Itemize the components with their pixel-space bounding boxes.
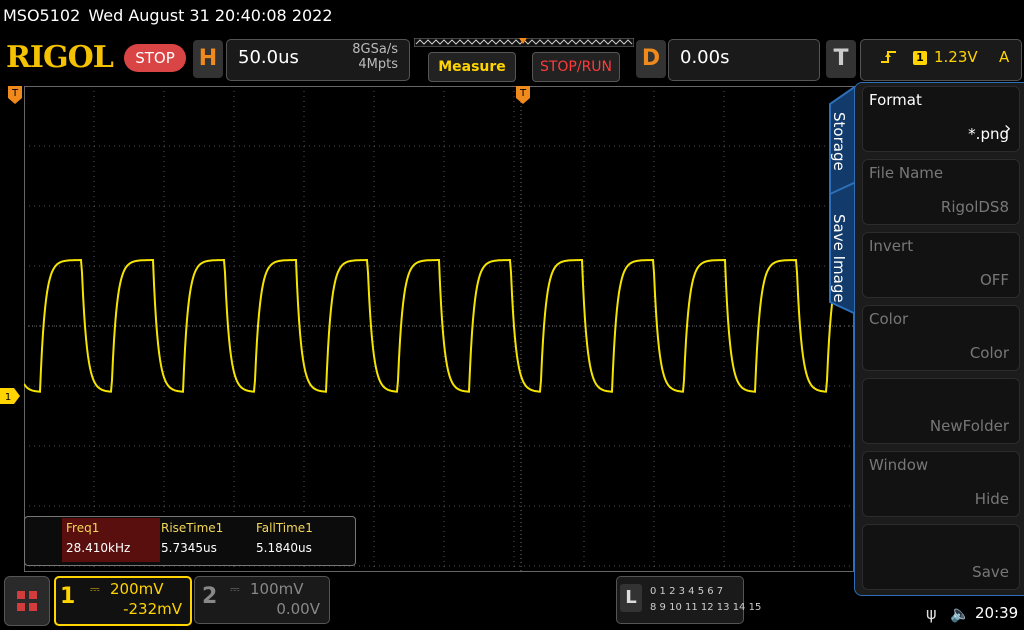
title-bar: MSO5102 Wed August 31 20:40:08 2022	[0, 0, 1024, 34]
menu-item-value: OFF	[979, 271, 1009, 289]
grid-menu-icon	[17, 591, 37, 611]
menu-item-file-name[interactable]: File Name RigolDS8	[862, 159, 1020, 225]
dc-coupling-icon: ⎓	[90, 582, 100, 596]
menu-item-title: Format	[869, 91, 922, 109]
measurement-value: 5.1840us	[256, 541, 312, 555]
measurement-label: Freq1	[66, 521, 100, 535]
sample-rate: 8GSa/s	[352, 42, 398, 57]
trigger-source-badge: 1	[913, 51, 927, 65]
measurement-value: 5.7345us	[161, 541, 217, 555]
menu-item-format[interactable]: Format *.png	[862, 86, 1020, 152]
menu-item-value: NewFolder	[929, 417, 1009, 435]
menu-item-title: Window	[869, 456, 929, 474]
memory-overview-bar[interactable]	[414, 38, 634, 47]
menu-item-window[interactable]: Window Hide	[862, 451, 1020, 517]
channel2-number: 2	[202, 584, 218, 609]
tab-storage[interactable]: Storage	[830, 112, 848, 171]
channel1-marker-label: 1	[5, 392, 11, 403]
menu-item-value: *.png	[968, 125, 1009, 143]
measurement-falltime[interactable]: FallTime1 5.1840us	[252, 518, 350, 562]
trigger-button[interactable]: T	[826, 40, 856, 78]
clock: 20:39	[975, 604, 1019, 622]
run-state-badge[interactable]: STOP	[124, 44, 186, 72]
model-name: MSO5102	[3, 6, 81, 25]
trigger-level: 1.23V	[934, 48, 978, 66]
menu-item-value: Hide	[974, 490, 1009, 508]
menu-item-title: Color	[869, 310, 909, 328]
channel1-number: 1	[60, 584, 76, 609]
menu-item-title: Invert	[869, 237, 914, 255]
horizontal-position-icon: T	[8, 86, 22, 104]
measurement-risetime[interactable]: RiseTime1 5.7345us	[157, 518, 255, 562]
trigger-mode: A	[999, 48, 1010, 66]
chevron-right-icon: ›	[1004, 118, 1012, 139]
channel2-offset: 0.00V	[276, 600, 320, 618]
horizontal-button[interactable]: H	[193, 40, 223, 78]
menu-item-title: File Name	[869, 164, 944, 182]
menu-item-save[interactable]: Save	[862, 524, 1020, 590]
home-button[interactable]	[4, 576, 50, 626]
usb-icon: ψ	[926, 604, 937, 623]
delay-value: 0.00s	[680, 47, 730, 68]
dc-coupling-icon: ⎓	[230, 582, 240, 596]
svg-text:T: T	[11, 88, 19, 99]
measure-button[interactable]: Measure	[428, 52, 516, 82]
menu-item-value: RigolDS8	[940, 198, 1009, 216]
measurement-freq[interactable]: Freq1 28.410kHz	[62, 518, 160, 562]
rising-edge-icon	[880, 49, 898, 69]
channel2-scale: 100mV	[250, 580, 304, 598]
timebase-value: 50.0us	[238, 47, 299, 68]
logic-analyzer-button[interactable]: L	[620, 584, 642, 612]
logic-channels-row1: 0 1 2 3 4 5 6 7	[650, 586, 724, 597]
measurement-label: RiseTime1	[161, 521, 224, 535]
trigger-marker-icon: T	[516, 86, 530, 104]
rigol-logo: RIGOL	[6, 40, 114, 75]
measurement-label: FallTime1	[256, 521, 313, 535]
delay-button[interactable]: D	[636, 40, 666, 78]
menu-item-invert[interactable]: Invert OFF	[862, 232, 1020, 298]
menu-item-value: Color	[969, 344, 1009, 362]
channel1-offset-marker[interactable]: 1	[0, 388, 20, 404]
datetime: Wed August 31 20:40:08 2022	[88, 6, 333, 25]
channel1-scale: 200mV	[110, 580, 164, 598]
logic-channels-row2: 8 9 10 11 12 13 14 15	[650, 602, 762, 613]
menu-item-color[interactable]: Color Color	[862, 305, 1020, 371]
tab-save-image[interactable]: Save Image	[830, 214, 848, 303]
sample-info: 8GSa/s 4Mpts	[334, 42, 398, 72]
speaker-muted-icon[interactable]: 🔈	[950, 604, 970, 623]
measurement-value: 28.410kHz	[66, 541, 131, 555]
menu-item-value: Save	[972, 563, 1009, 581]
menu-item-new-folder[interactable]: NewFolder	[862, 378, 1020, 444]
stop-run-button[interactable]: STOP/RUN	[532, 52, 620, 82]
waveform-display[interactable]	[24, 86, 854, 572]
svg-text:T: T	[519, 88, 527, 99]
memory-depth: 4Mpts	[358, 57, 398, 72]
channel1-offset: -232mV	[123, 600, 182, 618]
